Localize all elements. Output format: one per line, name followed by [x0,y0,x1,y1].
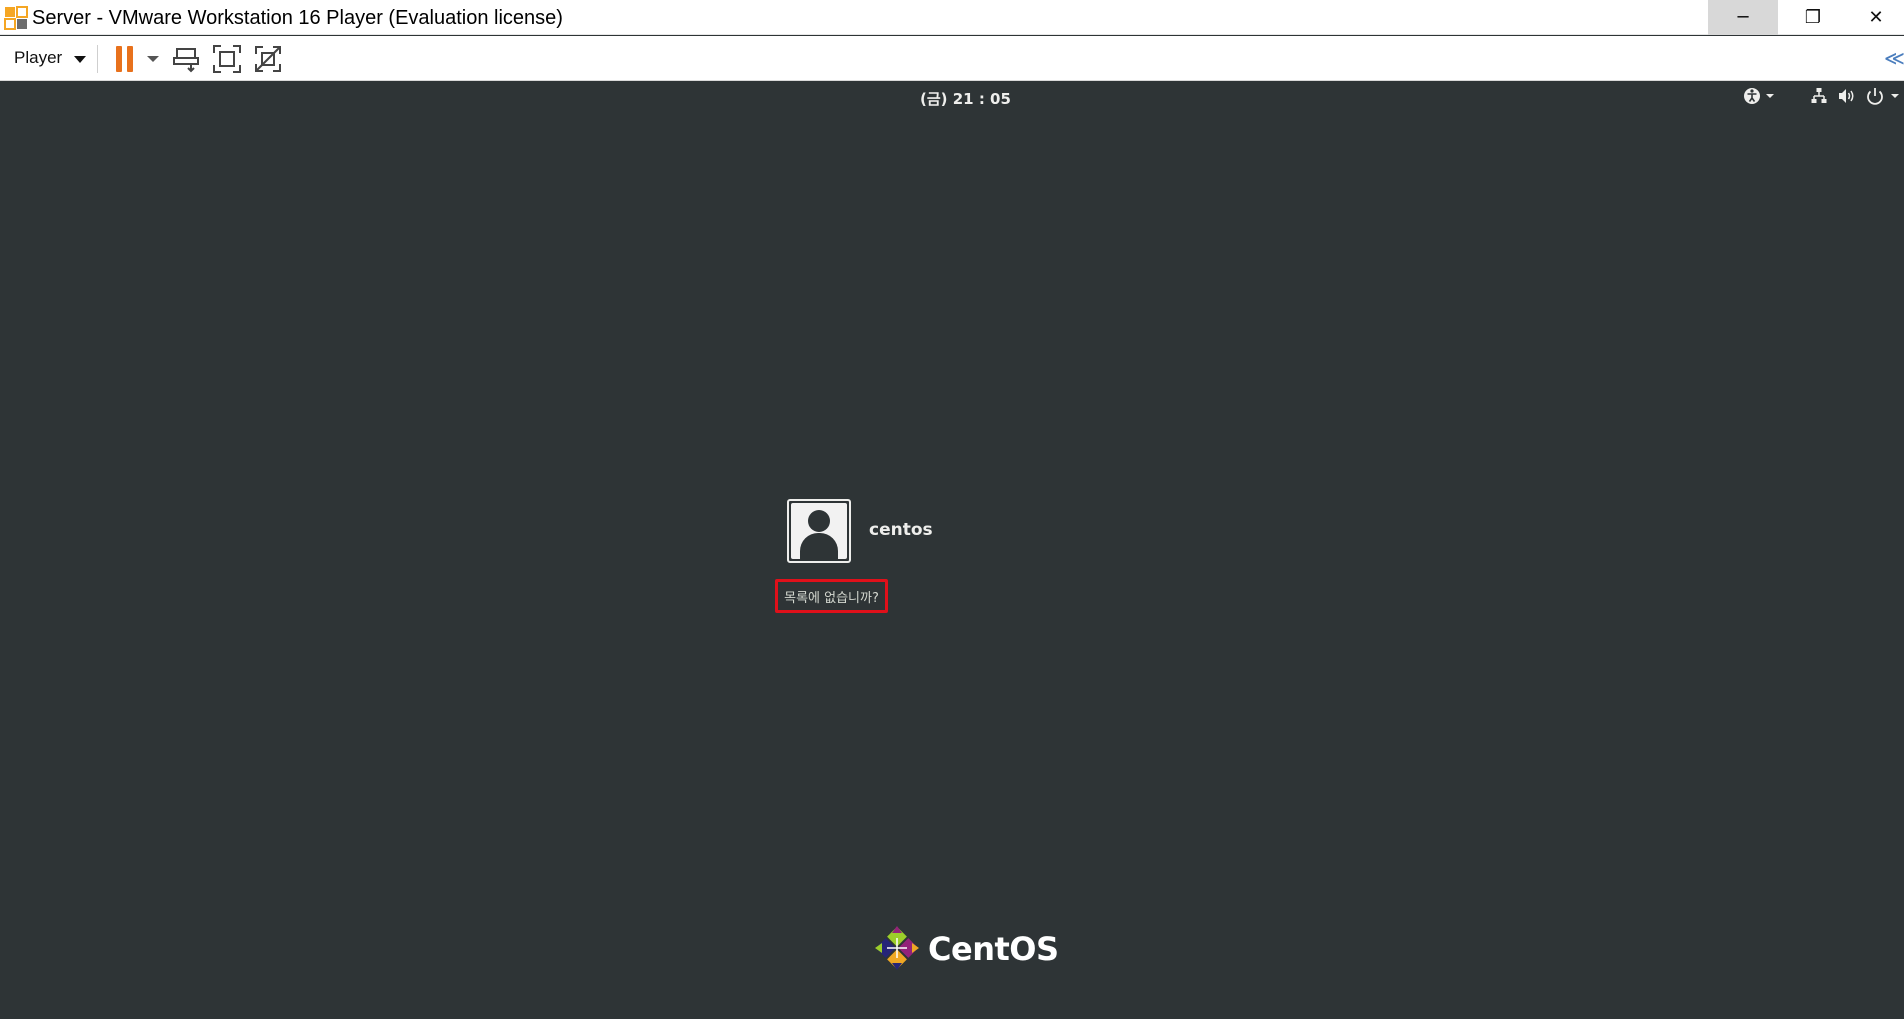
close-button[interactable]: ✕ [1848,0,1904,35]
player-menu-dropdown-icon[interactable] [74,56,86,63]
clock[interactable]: (금) 21 : 05 [920,88,1011,109]
network-icon[interactable] [1811,86,1827,106]
window-title: Server - VMware Workstation 16 Player (E… [32,7,563,29]
collapse-toolbar-icon[interactable]: ≪ [1884,46,1904,70]
user-name-label[interactable]: centos [869,520,933,540]
not-listed-button[interactable]: 목록에 없습니까? [775,579,888,613]
guest-screen[interactable]: (금) 21 : 05 centos 목록에 없습니까? CentOS [0,82,1904,1019]
pause-icon[interactable] [116,46,134,72]
player-menu-button[interactable]: Player [14,48,62,68]
accessibility-icon[interactable] [1743,86,1779,106]
player-menu-label: Player [14,48,63,67]
user-avatar-icon [791,503,847,559]
power-icon[interactable] [1866,86,1904,106]
centos-logo-icon [875,926,919,970]
volume-icon[interactable] [1838,86,1856,106]
user-avatar[interactable] [787,499,851,563]
fullscreen-icon[interactable] [212,44,242,74]
toolbar-separator [97,45,98,73]
window-titlebar: Server - VMware Workstation 16 Player (E… [0,0,1904,35]
send-ctrl-alt-del-icon[interactable] [172,44,202,74]
vmware-app-icon [4,6,28,30]
restore-button[interactable]: ❐ [1778,0,1848,35]
centos-logo-text: CentOS [928,930,1059,968]
unity-icon[interactable] [253,44,283,74]
power-options-dropdown-icon[interactable] [147,56,159,62]
player-toolbar: Player ≪ [0,36,1904,81]
minimize-button[interactable]: ─ [1708,0,1778,35]
